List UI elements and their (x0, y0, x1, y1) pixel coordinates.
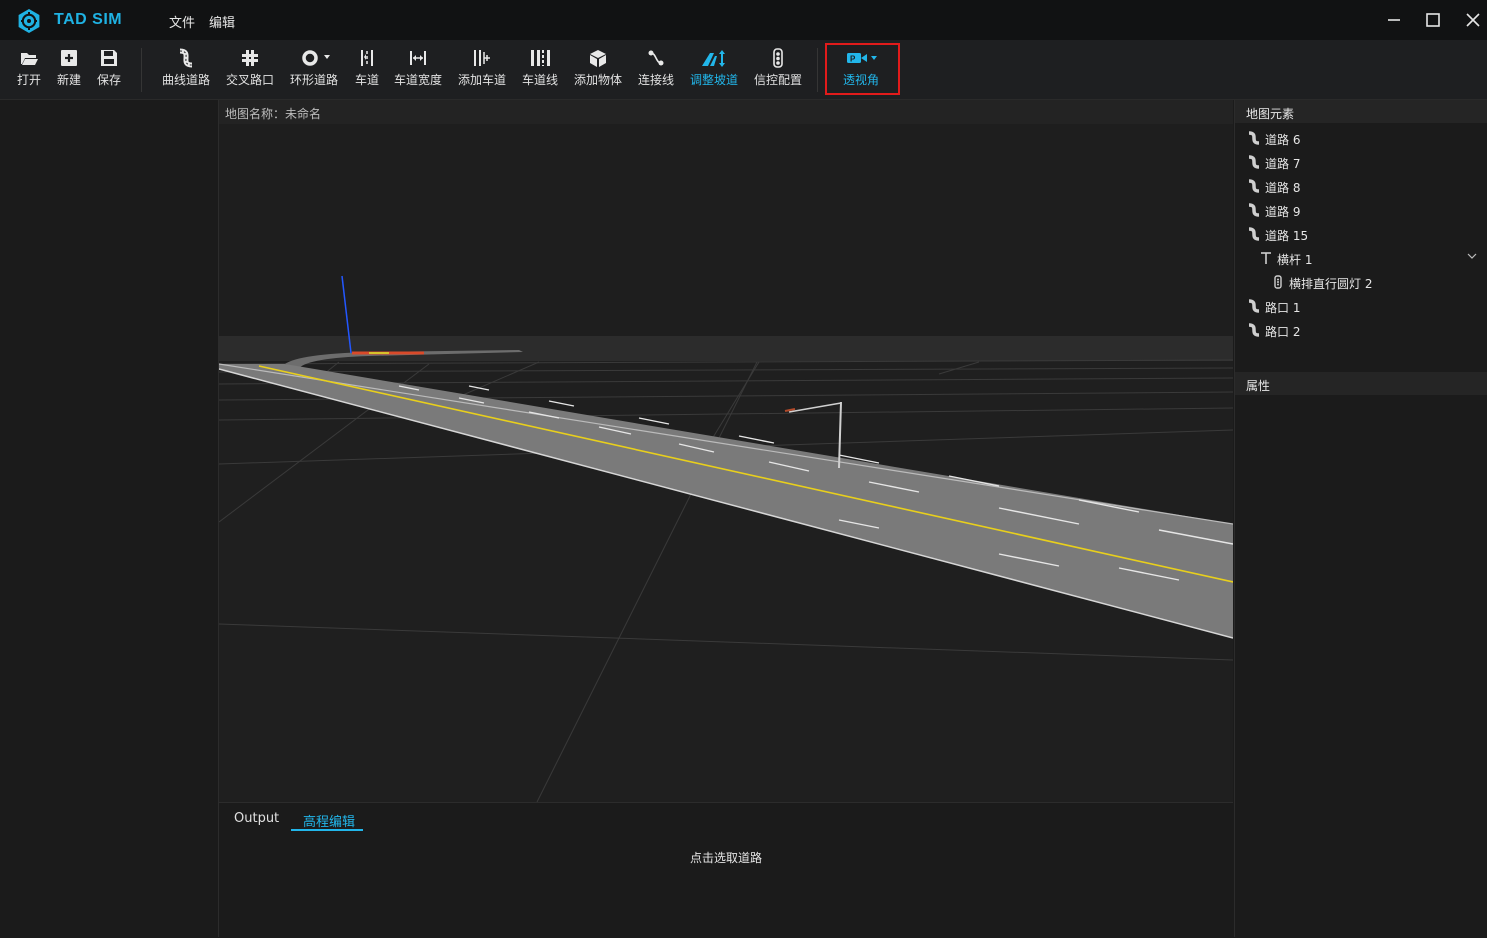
lane-icon (361, 50, 373, 66)
save-icon (101, 50, 117, 66)
camera-icon: P (847, 53, 877, 64)
chevron-down-icon[interactable] (1467, 252, 1477, 260)
connect-line-label: 连接线 (637, 73, 674, 87)
minimize-icon (1388, 19, 1400, 21)
road-icon (1248, 299, 1260, 313)
curve-road-label: 曲线道路 (161, 73, 210, 87)
tab-output[interactable]: Output (234, 811, 279, 826)
lane-button[interactable]: 车道 (352, 48, 382, 90)
add-lane-icon (474, 50, 490, 66)
junction-icon (242, 50, 258, 66)
toolbar: 打开 新建 保存 曲线道路 交叉路口 环形道路 车道 车道宽度 添加车道 车道线… (0, 40, 1487, 100)
properties-header: 属性 (1235, 372, 1487, 395)
map-elements-header: 地图元素 (1235, 100, 1487, 123)
open-button[interactable]: 打开 (12, 48, 46, 90)
junction-label: 交叉路口 (225, 73, 274, 87)
right-panel: 地图元素 道路 6 道路 7 道路 8 道路 9 道路 15 横杆 1 横排直行… (1234, 100, 1487, 937)
title-bar: TAD SIM 文件 编辑 (0, 0, 1487, 40)
bottom-panel: Output 高程编辑 点击选取道路 (219, 802, 1233, 938)
pole-icon (1261, 252, 1271, 264)
new-button[interactable]: 新建 (52, 48, 86, 90)
open-label: 打开 (16, 73, 41, 87)
road-icon (1248, 227, 1260, 241)
viewport-header: 地图名称：未命名 (219, 100, 1233, 124)
close-button[interactable] (1459, 8, 1487, 32)
close-icon (1466, 13, 1480, 27)
ring-road-button[interactable]: 环形道路 (288, 48, 340, 90)
lane-line-button[interactable]: 车道线 (520, 48, 560, 90)
lane-line-icon (531, 50, 550, 66)
curve-road-button[interactable]: 曲线道路 (160, 48, 212, 90)
hint-text: 点击选取道路 (689, 851, 762, 865)
add-lane-button[interactable]: 添加车道 (456, 48, 508, 90)
toolbar-divider (141, 48, 142, 92)
map-elements-title: 地图元素 (1246, 107, 1295, 121)
tab-elevation-edit[interactable]: 高程编辑 (303, 811, 355, 830)
adjust-slope-icon (702, 50, 725, 67)
properties-title: 属性 (1246, 379, 1271, 393)
connect-line-button[interactable]: 连接线 (636, 48, 676, 90)
road-icon (1248, 155, 1260, 169)
traffic-light-icon (1274, 275, 1282, 289)
add-lane-label: 添加车道 (457, 73, 506, 87)
ring-road-label: 环形道路 (289, 73, 338, 87)
add-object-button[interactable]: 添加物体 (572, 48, 624, 90)
left-panel (0, 100, 219, 937)
lane-label: 车道 (354, 73, 379, 87)
folder-open-icon (21, 53, 38, 65)
junction-button[interactable]: 交叉路口 (224, 48, 276, 90)
maximize-button[interactable] (1419, 8, 1447, 32)
add-object-icon (590, 50, 606, 67)
toolbar-divider (817, 48, 818, 92)
road-icon (1248, 131, 1260, 145)
traffic-light-icon (773, 48, 783, 68)
lane-width-icon (410, 51, 426, 65)
svg-text:P: P (850, 55, 856, 64)
road-icon (1248, 179, 1260, 193)
perspective-view-button[interactable]: P 透视角 (836, 48, 886, 90)
menu-file[interactable]: 文件 (169, 12, 195, 31)
save-button[interactable]: 保存 (92, 48, 126, 90)
scene-canvas[interactable] (219, 124, 1233, 802)
lane-width-label: 车道宽度 (393, 73, 442, 87)
lane-line-label: 车道线 (521, 73, 558, 87)
3d-viewport[interactable] (219, 124, 1233, 802)
active-tab-indicator (291, 829, 363, 831)
adjust-slope-button[interactable]: 调整坡道 (688, 48, 740, 90)
save-label: 保存 (96, 73, 121, 87)
add-object-label: 添加物体 (573, 73, 622, 87)
connect-line-icon (648, 50, 664, 66)
app-logo-icon (18, 9, 40, 33)
minimize-button[interactable] (1380, 8, 1408, 32)
map-name-label: 地图名称：未命名 (225, 107, 322, 121)
road-icon (1248, 323, 1260, 337)
new-label: 新建 (56, 73, 81, 87)
new-file-icon (61, 50, 77, 66)
ring-road-icon (302, 50, 330, 66)
curve-road-icon (179, 48, 193, 68)
road-icon (1248, 203, 1260, 217)
menu-edit[interactable]: 编辑 (209, 12, 235, 31)
app-title: TAD SIM (54, 11, 123, 28)
lane-width-button[interactable]: 车道宽度 (392, 48, 444, 90)
traffic-config-label: 信控配置 (753, 73, 802, 87)
perspective-view-label: 透视角 (842, 73, 879, 87)
traffic-config-button[interactable]: 信控配置 (752, 48, 804, 90)
adjust-slope-label: 调整坡道 (689, 73, 738, 87)
maximize-icon (1426, 13, 1440, 27)
